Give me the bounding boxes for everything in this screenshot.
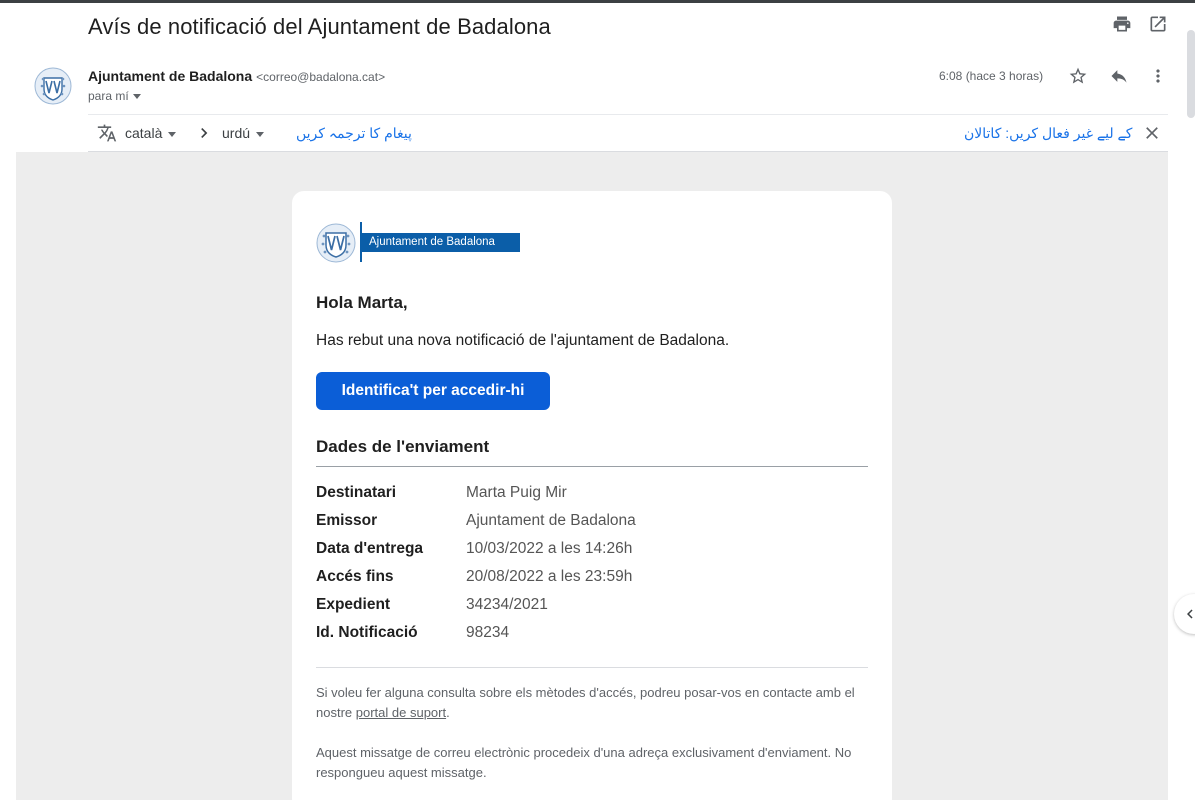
open-in-new-window-icon[interactable] [1148, 14, 1168, 34]
detail-value: Marta Puig Mir [466, 484, 567, 501]
sender-name[interactable]: Ajuntament de Badalona [88, 68, 252, 84]
detail-row: Data d'entrega 10/03/2022 a les 14:26h [316, 540, 868, 562]
source-language-select[interactable]: català [125, 125, 177, 141]
chevron-down-icon [132, 94, 141, 100]
no-reply-note: Aquest missatge de correu electrònic pro… [316, 745, 852, 780]
side-panel-toggle[interactable] [1174, 594, 1195, 634]
star-icon[interactable] [1068, 66, 1088, 86]
sender-avatar[interactable] [34, 67, 72, 105]
section-divider [316, 466, 868, 467]
disable-translation-link[interactable]: کے لیے غیر فعال کریں: کاتالان [964, 125, 1132, 142]
identify-access-button[interactable]: Identifica't per accedir-hi [316, 372, 550, 410]
sender-info: Ajuntament de Badalona <correo@badalona.c… [88, 68, 385, 84]
support-portal-link[interactable]: portal de suport [356, 705, 446, 720]
scrollbar-thumb[interactable] [1187, 30, 1195, 118]
translate-message-link[interactable]: پیغام کا ترجمہ کریں [296, 125, 412, 142]
support-note-end: . [446, 705, 450, 720]
support-note: Si voleu fer alguna consulta sobre els m… [316, 683, 868, 723]
print-icon[interactable] [1112, 14, 1132, 34]
detail-row: Destinatari Marta Puig Mir [316, 484, 868, 506]
badalona-coat-of-arms-icon [316, 222, 356, 264]
source-language-label: català [125, 125, 163, 141]
detail-value: 10/03/2022 a les 14:26h [466, 540, 633, 557]
reply-icon[interactable] [1109, 66, 1129, 86]
translate-bar: català urdú پیغام کا ترجمہ کریں کے لیے غ… [88, 115, 1168, 152]
close-icon[interactable] [1142, 123, 1162, 143]
detail-label: Destinatari [316, 484, 397, 501]
email-timestamp: 6:08 (hace 3 horas) [939, 69, 1044, 83]
detail-row: Expedient 34234/2021 [316, 596, 868, 618]
detail-label: Emissor [316, 512, 378, 529]
intro-text: Has rebut una nova notificació de l'ajun… [316, 332, 730, 349]
detail-label: Accés fins [316, 568, 394, 585]
detail-value: 98234 [466, 624, 510, 641]
target-language-label: urdú [222, 125, 251, 141]
detail-value: 20/08/2022 a les 23:59h [466, 568, 633, 585]
chevron-left-icon [1187, 609, 1193, 619]
detail-row: Accés fins 20/08/2022 a les 23:59h [316, 568, 868, 590]
detail-label: Id. Notificació [316, 624, 418, 641]
email-subject: Avís de notificació del Ajuntament de Ba… [88, 14, 551, 39]
detail-value: 34234/2021 [466, 596, 548, 613]
recipient-label: para mí [88, 89, 129, 103]
detail-value: Ajuntament de Badalona [466, 512, 636, 529]
translate-icon [97, 123, 117, 143]
recipient-details-toggle[interactable]: para mí [88, 89, 141, 103]
detail-label: Data d'entrega [316, 540, 424, 557]
chevron-right-icon [194, 123, 214, 143]
greeting: Hola Marta, [316, 293, 408, 312]
target-language-select[interactable]: urdú [222, 125, 265, 141]
logo-label: Ajuntament de Badalona [362, 233, 520, 252]
chevron-down-icon [256, 131, 265, 137]
detail-row: Emissor Ajuntament de Badalona [316, 512, 868, 534]
more-vertical-icon[interactable] [1148, 66, 1168, 86]
section-title: Dades de l'enviament [316, 437, 490, 456]
window-top-border [0, 0, 1195, 3]
detail-row: Id. Notificació 98234 [316, 624, 868, 646]
sender-email: <correo@badalona.cat> [256, 70, 386, 84]
detail-label: Expedient [316, 596, 391, 613]
chevron-down-icon [168, 131, 177, 137]
footer-divider [316, 667, 868, 668]
